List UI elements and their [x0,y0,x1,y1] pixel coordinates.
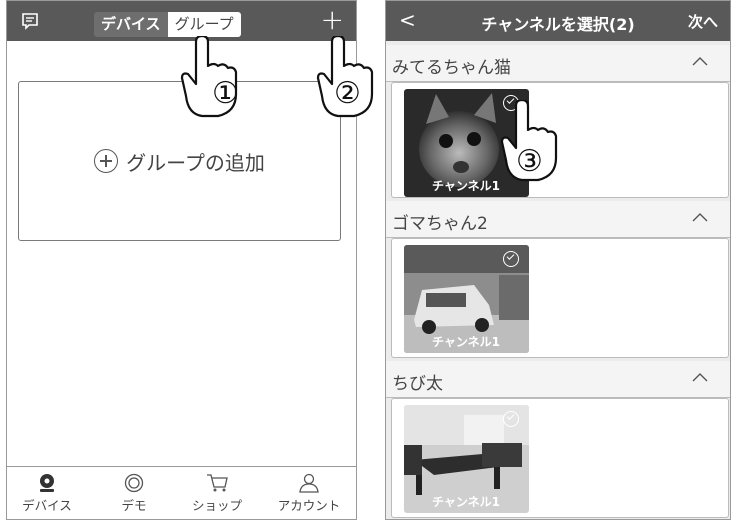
page-title: チャンネルを選択(2) [481,15,635,34]
message-icon[interactable] [20,11,40,31]
bottom-tab-bar: デバイス デモ ショップ アカウント [7,466,356,519]
tabbar-item-devices[interactable]: デバイス [17,473,77,514]
circle-plus-icon [94,149,119,173]
channel-thumbnail[interactable]: チャンネル1 [404,245,529,353]
top-bar: < チャンネルを選択(2) 次へ [386,1,730,41]
add-button[interactable]: + [321,5,344,35]
top-bar: デバイス グループ + [7,1,356,41]
group-name: ゴマちゃん2 [392,214,488,234]
add-group-label: グループの追加 [126,150,265,175]
channel-label: チャンネル1 [432,179,500,193]
group-name: ちび太 [392,374,443,394]
tab-devices[interactable]: デバイス [94,12,168,37]
group-header[interactable]: ちび太 [386,361,730,398]
check-icon [503,251,519,267]
tabbar-label: アカウント [277,498,341,513]
tabbar-item-demo[interactable]: デモ [109,473,159,514]
tabbar-item-shop[interactable]: ショップ [187,473,247,514]
cart-icon [207,474,228,492]
demo-icon [124,473,144,493]
group-name: みてるちゃん猫 [392,58,511,78]
channel-list: チャンネル1 [391,238,729,358]
channel-select-screen: < チャンネルを選択(2) 次へ みてるちゃん猫 チャンネル1 ゴマちゃん2 チ… [385,0,731,520]
channel-label: チャンネル1 [432,335,500,349]
step-marker: ③ [516,144,543,179]
step-marker: ① [212,76,239,111]
tab-groups[interactable]: グループ [167,12,241,37]
group-header[interactable]: ゴマちゃん2 [386,201,730,238]
next-button[interactable]: 次へ [688,11,718,32]
tabbar-label: ショップ [191,498,242,513]
chevron-up-icon[interactable] [692,56,708,66]
step-marker: ② [334,76,361,111]
chevron-up-icon[interactable] [692,372,708,382]
channel-list: チャンネル1 [391,398,729,518]
view-toggle: デバイス グループ [94,12,241,37]
chevron-up-icon[interactable] [692,212,708,222]
channel-label: チャンネル1 [432,495,500,509]
check-icon [503,411,519,427]
tabbar-label: デモ [121,498,147,513]
group-header[interactable]: みてるちゃん猫 [386,45,730,82]
person-icon [299,473,319,493]
channel-thumbnail[interactable]: チャンネル1 [404,405,529,513]
tabbar-item-account[interactable]: アカウント [269,473,349,514]
camera-icon [40,474,54,492]
tabbar-label: デバイス [22,498,72,513]
